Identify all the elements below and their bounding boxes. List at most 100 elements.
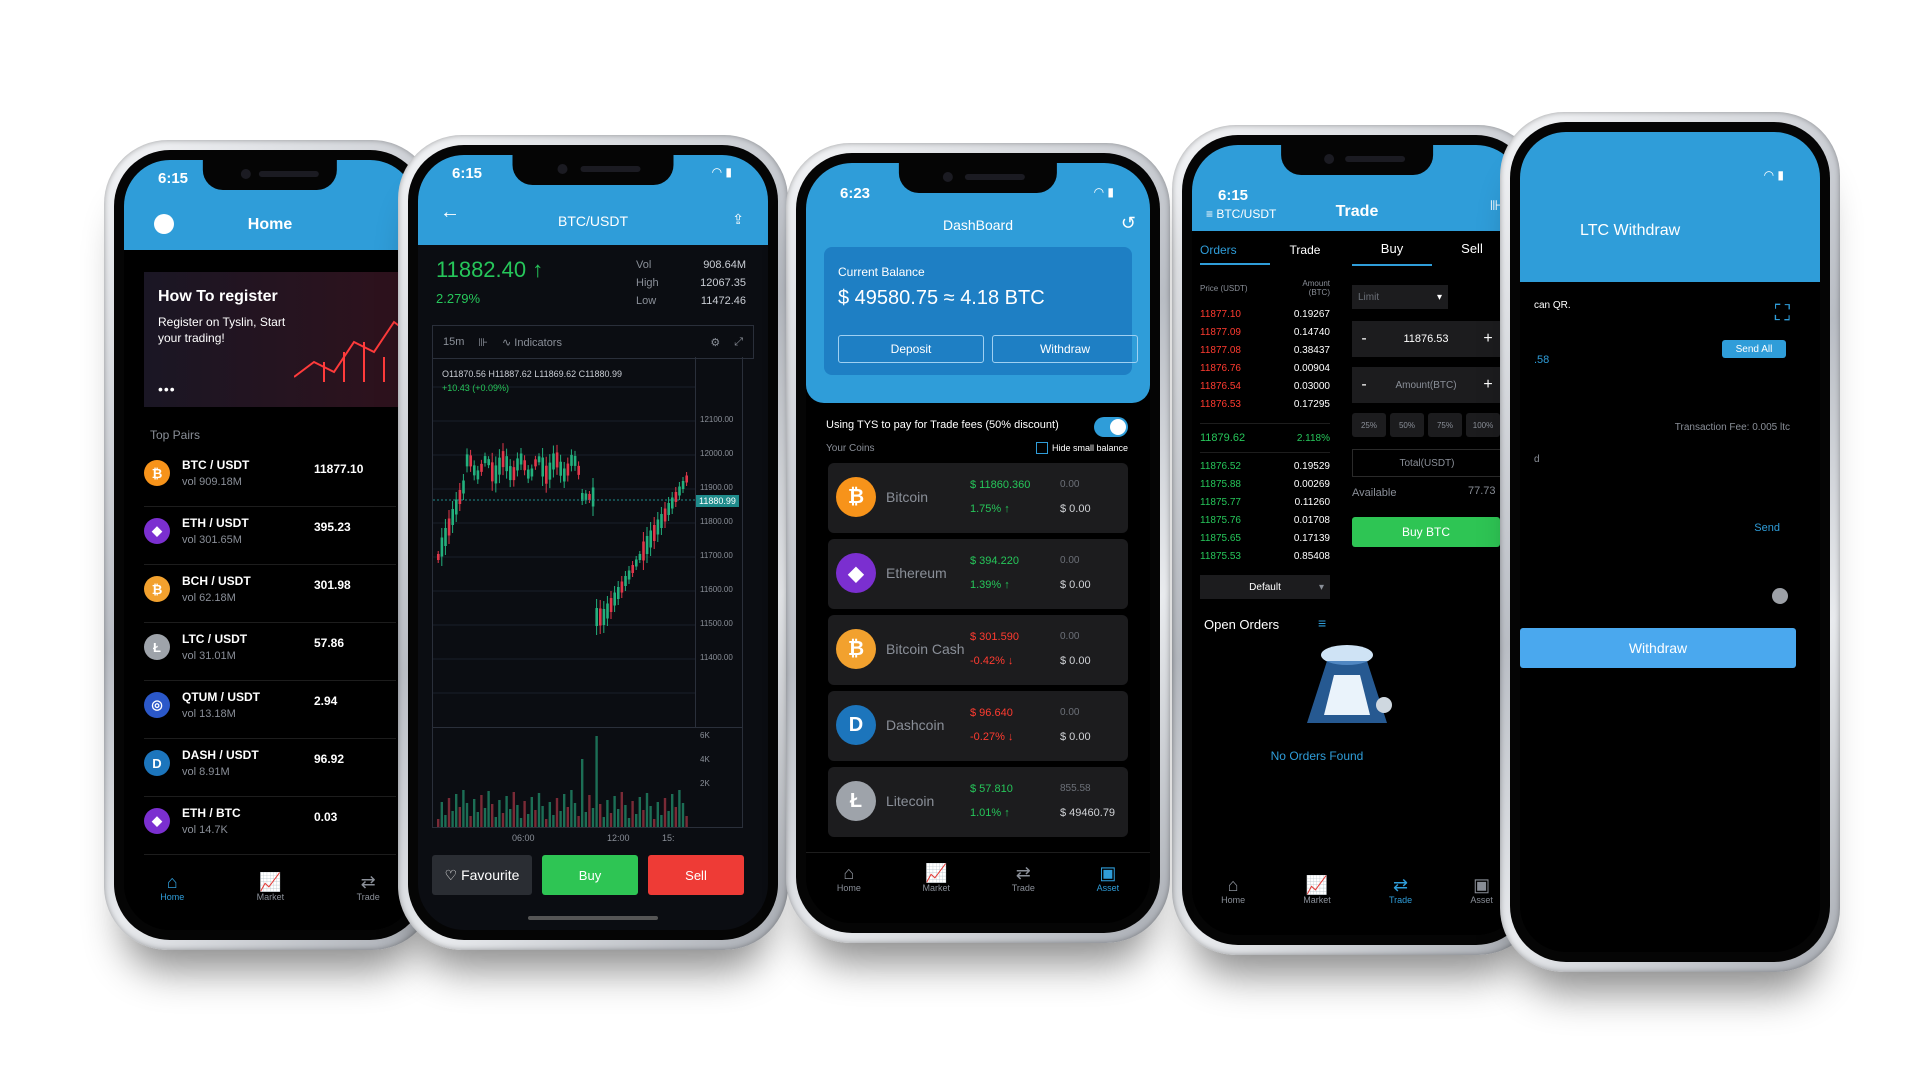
tab-trade[interactable]: ⇄ Trade — [1012, 863, 1035, 893]
send-link[interactable]: Send — [1754, 522, 1780, 534]
your-coins-label: Your Coins — [826, 443, 875, 454]
chart-icon: 📈 — [1305, 875, 1329, 895]
orderbook-row[interactable]: 11875.65 0.17139 — [1200, 529, 1330, 547]
order-price: 11877.09 — [1200, 326, 1241, 338]
pair-row[interactable]: ◆ ETH / USDT vol 301.65M 395.23 — [144, 506, 396, 565]
coin-balance: 855.58 — [1060, 783, 1091, 794]
candle — [660, 514, 663, 528]
candle — [678, 486, 681, 496]
orderbook-row[interactable]: 11876.53 0.17295 — [1200, 395, 1330, 413]
orderbook-row[interactable]: 11875.88 0.00269 — [1200, 475, 1330, 493]
coin-card[interactable]: D Dashcoin $ 96.640 -0.27% ↓ 0.00 $ 0.00 — [828, 691, 1128, 761]
percent-button[interactable]: 50% — [1390, 413, 1424, 437]
withdraw-button[interactable]: Withdraw — [992, 335, 1138, 363]
candle-type-icon[interactable]: ⊪ — [478, 336, 488, 349]
orderbook-row[interactable]: 11875.76 0.01708 — [1200, 511, 1330, 529]
amount-stepper[interactable]: - Amount(BTC) + — [1352, 367, 1500, 403]
amount-input[interactable]: Amount(BTC) — [1376, 380, 1476, 391]
orderbook-row[interactable]: 11875.77 0.11260 — [1200, 493, 1330, 511]
price-chart[interactable] — [432, 357, 696, 728]
orderbook-row[interactable]: 11875.53 0.85408 — [1200, 547, 1330, 565]
buy-btc-button[interactable]: Buy BTC — [1352, 517, 1500, 547]
orderbook-row[interactable]: 11877.10 0.19267 — [1200, 305, 1330, 323]
tab-orders[interactable]: Orders — [1200, 243, 1270, 265]
checkbox[interactable] — [1035, 442, 1048, 454]
phone-chart: 6:15 ◠ ▮ ← BTC/USDT ⇪ 11882.40 ↑ 2.279% … — [398, 135, 788, 950]
price-input[interactable]: 11876.53 — [1376, 333, 1476, 345]
tab-market[interactable]: 📈 Market — [257, 872, 285, 902]
tab-asset[interactable]: ▣ Asset — [1097, 863, 1120, 893]
toggle-knob[interactable] — [1772, 588, 1788, 604]
share-icon[interactable]: ⇪ — [732, 211, 744, 228]
send-all-button[interactable]: Send All — [1722, 340, 1786, 358]
candle — [516, 458, 519, 471]
banner-dots[interactable]: ••• — [158, 381, 176, 397]
orderbook-row[interactable]: 11876.54 0.03000 — [1200, 377, 1330, 395]
total-input[interactable]: Total(USDT) — [1352, 449, 1502, 477]
list-icon[interactable]: ≡ — [1318, 615, 1326, 631]
coin-change: 1.39% ↑ — [970, 579, 1010, 591]
volume-tick: 4K — [700, 755, 710, 764]
percent-button[interactable]: 75% — [1428, 413, 1462, 437]
candle — [649, 530, 652, 548]
history-icon[interactable]: ↺ — [1121, 213, 1136, 234]
deposit-button[interactable]: Deposit — [838, 335, 984, 363]
buy-button[interactable]: Buy — [542, 855, 638, 895]
tab-asset[interactable]: ▣ Asset — [1470, 875, 1493, 905]
coin-card[interactable]: Ł Litecoin $ 57.810 1.01% ↑ 855.58 $ 49460.79 — [828, 767, 1128, 837]
tab-trade[interactable]: ⇄ Trade — [1389, 875, 1412, 905]
pair-row[interactable]: ◆ ETH / BTC vol 14.7K 0.03 — [144, 796, 396, 855]
increase-price-button[interactable]: + — [1476, 330, 1500, 348]
favourite-button[interactable]: ♡ Favourite — [432, 855, 532, 895]
withdraw-button[interactable]: Withdraw — [1520, 628, 1796, 668]
wifi-icon: ◠ ▮ — [1763, 168, 1784, 182]
tab-trade[interactable]: ⇄ Trade — [357, 872, 380, 902]
orderbook-row[interactable]: 11877.08 0.38437 — [1200, 341, 1330, 359]
register-banner[interactable]: How To register Register on Tyslin, Star… — [144, 272, 416, 407]
coin-card[interactable]: ₿ Bitcoin Cash $ 301.590 -0.42% ↓ 0.00 $ 0.00 — [828, 615, 1128, 685]
settings-icon[interactable]: ⚙ — [710, 336, 720, 349]
pair-row[interactable]: ₿ BTC / USDT vol 909.18M 11877.10 — [144, 448, 396, 507]
order-price: 11875.65 — [1200, 532, 1241, 544]
empty-orders-illustration — [1307, 645, 1392, 723]
tab-market[interactable]: 📈 Market — [923, 863, 951, 893]
candle — [685, 475, 688, 483]
tab-home[interactable]: ⌂ Home — [837, 863, 861, 893]
hide-small-balance[interactable]: Hide small balance — [1035, 442, 1128, 454]
tab-buy[interactable]: Buy — [1352, 241, 1432, 266]
tab-home[interactable]: ⌂ Home — [1221, 875, 1245, 905]
order-amount: 0.17295 — [1293, 398, 1330, 410]
interval-select[interactable]: 15m — [443, 336, 464, 348]
pair-row[interactable]: ◎ QTUM / USDT vol 13.18M 2.94 — [144, 680, 396, 739]
orderbook-row[interactable]: 11877.09 0.14740 — [1200, 323, 1330, 341]
order-type-select[interactable]: Limit ▾ — [1352, 285, 1448, 309]
tab-home[interactable]: ⌂ Home — [160, 872, 184, 902]
pair-price: 0.03 — [314, 810, 338, 824]
price-stepper[interactable]: - 11876.53 + — [1352, 321, 1500, 357]
volume-bar — [613, 796, 616, 827]
volume-bar — [663, 798, 667, 827]
order-price: 11876.52 — [1200, 460, 1241, 472]
orderbook-row[interactable]: 11876.52 0.19529 — [1200, 457, 1330, 475]
pair-row[interactable]: ₿ BCH / USDT vol 62.18M 301.98 — [144, 564, 396, 623]
indicators-button[interactable]: ∿ Indicators — [502, 336, 562, 349]
tab-market[interactable]: 📈 Market — [1303, 875, 1331, 905]
orderbook-row[interactable]: 11876.76 0.00904 — [1200, 359, 1330, 377]
depth-select[interactable]: Default ▾ — [1200, 575, 1330, 599]
percent-button[interactable]: 100% — [1466, 413, 1500, 437]
coin-card[interactable]: ₿ Bitcoin $ 11860.360 1.75% ↑ 0.00 $ 0.00 — [828, 463, 1128, 533]
pair-row[interactable]: D DASH / USDT vol 8.91M 96.92 — [144, 738, 396, 797]
decrease-price-button[interactable]: - — [1352, 330, 1376, 348]
tab-trade-history[interactable]: Trade — [1270, 243, 1340, 265]
volume-bar — [523, 801, 526, 827]
fullscreen-icon[interactable]: ⤢ — [734, 336, 743, 349]
scan-qr-icon[interactable]: ⛶ — [1775, 300, 1790, 326]
tys-fee-toggle[interactable] — [1094, 417, 1128, 437]
pair-row[interactable]: Ł LTC / USDT vol 31.01M 57.86 — [144, 622, 396, 681]
increase-amount-button[interactable]: + — [1476, 376, 1500, 394]
coin-card[interactable]: ◆ Ethereum $ 394.220 1.39% ↑ 0.00 $ 0.00 — [828, 539, 1128, 609]
decrease-amount-button[interactable]: - — [1352, 376, 1376, 394]
sell-button[interactable]: Sell — [648, 855, 744, 895]
wifi-icon: ◠ ▮ — [1093, 185, 1114, 199]
percent-button[interactable]: 25% — [1352, 413, 1386, 437]
